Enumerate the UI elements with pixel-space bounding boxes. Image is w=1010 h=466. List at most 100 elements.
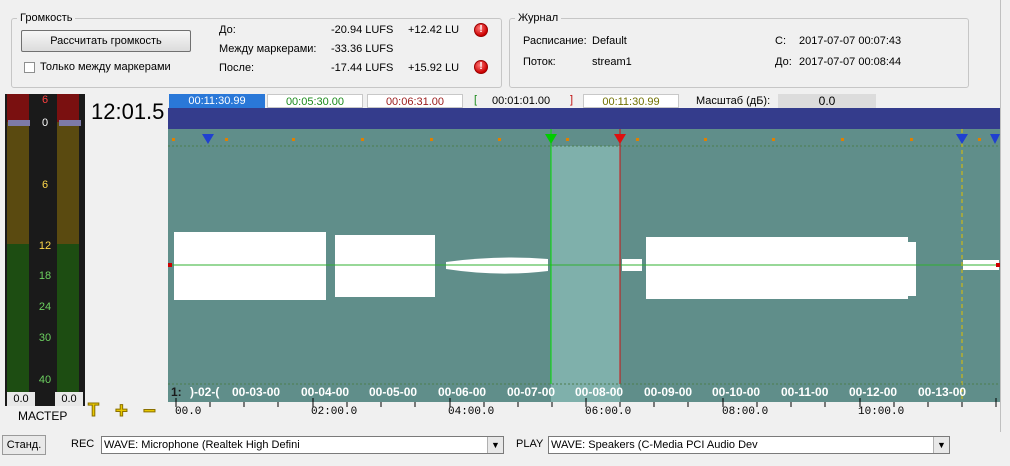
marker-in-icon: [545, 134, 557, 144]
vu-tick: 18: [38, 270, 52, 282]
ruler-hour-label: )-02-(: [190, 385, 220, 399]
right-edge-marker: [996, 263, 1000, 267]
ruler-hour-label: 00-08-00: [575, 385, 624, 399]
play-device-value: WAVE: Speakers (C-Media PCI Audio Dev: [551, 439, 758, 451]
selection-open-bracket: [: [474, 94, 478, 106]
calculate-loudness-button[interactable]: Рассчитать громкость: [21, 30, 191, 52]
vu-tick: 40: [38, 374, 52, 386]
only-between-markers-label[interactable]: Только между маркерами: [40, 61, 171, 73]
selection-length: 00:01:01.00: [492, 95, 551, 107]
journal-group: Журнал: [509, 12, 969, 88]
vu-scale: 6 0 6 12 18 24 30 40: [34, 94, 56, 392]
timeline-header-bar[interactable]: [168, 108, 1000, 129]
vu-left-channel: [7, 94, 29, 392]
ruler-hour-label: 00-13-00: [918, 385, 967, 399]
vu-tick: 12: [38, 240, 52, 252]
waveform-svg: [168, 129, 1000, 402]
vu-tick: 24: [38, 301, 52, 313]
vu-tick: 30: [38, 332, 52, 344]
after-lu: +15.92 LU: [408, 62, 460, 74]
before-lu: +12.42 LU: [408, 24, 460, 36]
play-label: PLAY: [516, 438, 544, 450]
mode-button[interactable]: Станд.: [2, 435, 46, 455]
window-edge: [1000, 0, 1001, 432]
vu-tick: 6: [41, 179, 49, 191]
scale-label: Масштаб (дБ):: [696, 95, 771, 107]
from-label: С:: [775, 35, 786, 47]
track-number: 1:: [171, 385, 182, 399]
rec-label: REC: [71, 438, 95, 450]
from-value: 2017-07-07 00:07:43: [799, 35, 902, 47]
vu-right-readout: 0.0: [55, 392, 83, 406]
playhead-marker-icon: [956, 134, 968, 144]
track-header: [86, 130, 168, 402]
schedule-label: Расписание:: [523, 35, 587, 47]
loudness-title: Громкость: [20, 12, 73, 24]
ruler-hour-label: 00-06-00: [438, 385, 487, 399]
left-edge-marker: [168, 263, 172, 267]
waveform-segment: [646, 237, 908, 299]
time-tick-label: 10:00.0: [858, 406, 905, 418]
waveform: [174, 232, 999, 300]
after-lufs: -17.44 LUFS: [331, 62, 394, 74]
between-markers-label: Между маркерами:: [219, 43, 317, 55]
time-tick-label: 02:00.0: [311, 406, 358, 418]
to-label: До:: [775, 56, 792, 68]
stream-value: stream1: [592, 56, 632, 68]
vu-left-readout: 0.0: [7, 392, 35, 406]
waveform-segment: [174, 232, 326, 300]
waveform-segment: [446, 257, 548, 274]
rec-device-value: WAVE: Microphone (Realtek High Defini: [104, 439, 300, 451]
waveform-segment: [908, 242, 916, 296]
play-device-select[interactable]: WAVE: Speakers (C-Media PCI Audio Dev ▼: [548, 436, 950, 454]
total-time[interactable]: 00:11:30.99: [583, 94, 679, 108]
vu-right-channel: [57, 94, 79, 392]
between-markers-lufs: -33.36 LUFS: [331, 43, 394, 55]
marker-out-icon: [614, 134, 626, 144]
vu-right-peak-handle[interactable]: [59, 120, 81, 126]
before-label: До:: [219, 24, 236, 36]
vu-meter: 6 0 6 12 18 24 30 40 0.0 0.0: [5, 94, 85, 406]
journal-title: Журнал: [518, 12, 559, 24]
after-label: После:: [219, 62, 255, 74]
waveform-segment: [335, 235, 435, 297]
clock-display: 12:01.5: [91, 99, 165, 124]
master-label: МАСТЕР: [18, 409, 68, 423]
ruler-hour-label: 00-05-00: [369, 385, 418, 399]
after-warning-icon: !: [474, 60, 488, 74]
to-value: 2017-07-07 00:08:44: [799, 56, 902, 68]
beat-ticks: [172, 138, 981, 141]
cue-marker-icon: [202, 134, 214, 144]
ruler-hour-label: 00-12-00: [849, 385, 898, 399]
vu-tick: 6: [41, 94, 49, 106]
time-tick-label: 06:00.0: [585, 406, 632, 418]
marker-out-time[interactable]: 00:06:31.00: [367, 94, 463, 108]
ruler-hour-label: 00-11-00: [781, 385, 829, 399]
vu-tick: 0: [41, 117, 49, 129]
position-time[interactable]: 00:11:30.99: [169, 94, 265, 108]
chevron-down-icon[interactable]: ▼: [487, 437, 503, 453]
chevron-down-icon[interactable]: ▼: [933, 437, 949, 453]
before-lufs: -20.94 LUFS: [331, 24, 394, 36]
before-warning-icon: !: [474, 23, 488, 37]
time-tick-label: 00.0: [175, 406, 202, 418]
end-marker-icon: [990, 134, 1000, 144]
zoom-out-icon[interactable]: −: [143, 398, 157, 424]
schedule-value: Default: [592, 35, 627, 47]
vu-left-peak-handle[interactable]: [8, 120, 30, 126]
selection-close-bracket: ]: [570, 94, 574, 106]
ruler-hour-label: 00-04-00: [301, 385, 350, 399]
marker-in-time[interactable]: 00:05:30.00: [267, 94, 363, 108]
ruler-hour-label: 00-10-00: [712, 385, 761, 399]
ruler-hour-label: 00-03-00: [232, 385, 281, 399]
stream-label: Поток:: [523, 56, 556, 68]
scale-value[interactable]: 0.0: [778, 94, 876, 108]
time-tick-label: 04:00.0: [448, 406, 495, 418]
rec-device-select[interactable]: WAVE: Microphone (Realtek High Defini ▼: [101, 436, 504, 454]
ruler-hour-label: 00-09-00: [644, 385, 693, 399]
only-between-markers-checkbox[interactable]: [24, 62, 35, 73]
time-tick-label: 08:00.0: [722, 406, 769, 418]
trim-icon[interactable]: T: [88, 400, 100, 421]
ruler-hour-label: 00-07-00: [507, 385, 556, 399]
zoom-in-icon[interactable]: +: [115, 398, 129, 424]
